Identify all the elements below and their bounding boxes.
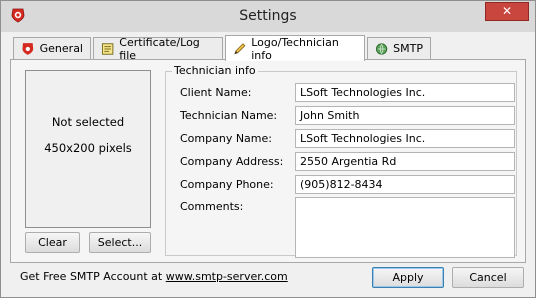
comments-field[interactable] xyxy=(295,197,515,258)
company-name-field[interactable]: LSoft Technologies Inc. xyxy=(295,129,515,148)
logo-status: Not selected xyxy=(51,115,125,129)
comments-label: Comments: xyxy=(180,200,244,213)
tab-label: Certificate/Log file xyxy=(119,35,200,62)
logo-size-hint: 450x200 pixels xyxy=(44,141,132,155)
company-phone-label: Company Phone: xyxy=(180,178,274,191)
smtp-server-link[interactable]: www.smtp-server.com xyxy=(166,270,288,283)
logo-preview[interactable]: Not selected 450x200 pixels xyxy=(25,70,151,228)
cancel-button[interactable]: Cancel xyxy=(452,267,524,288)
tab-panel-logo-technician: Not selected 450x200 pixels Clear Select… xyxy=(10,59,526,263)
tab-certificate-log[interactable]: Certificate/Log file xyxy=(93,35,223,62)
window-title: Settings xyxy=(239,8,297,24)
close-button[interactable]: ✕ xyxy=(485,2,529,21)
client-name-field[interactable]: LSoft Technologies Inc. xyxy=(295,83,515,102)
group-title: Technician info xyxy=(172,64,258,77)
certificate-icon xyxy=(101,42,114,55)
company-address-field[interactable]: 2550 Argentia Rd xyxy=(295,152,515,171)
technician-info-group: Technician info Client Name: LSoft Techn… xyxy=(165,64,517,258)
technician-name-label: Technician Name: xyxy=(180,109,278,122)
tab-label: Logo/Technician info xyxy=(251,35,339,62)
tab-logo-technician[interactable]: Logo/Technician info xyxy=(225,35,365,62)
settings-window: Settings ✕ General Certificate/Log file … xyxy=(0,0,536,298)
tab-label: SMTP xyxy=(393,42,423,55)
company-name-label: Company Name: xyxy=(180,132,272,145)
client-name-label: Client Name: xyxy=(180,86,252,99)
clear-logo-button[interactable]: Clear xyxy=(25,232,80,253)
smtp-promo: Get Free SMTP Account at www.smtp-server… xyxy=(20,270,288,283)
tab-label: General xyxy=(39,42,83,55)
company-phone-field[interactable]: (905)812-8434 xyxy=(295,175,515,194)
pencil-icon xyxy=(234,42,246,54)
smtp-icon xyxy=(375,42,388,55)
general-icon xyxy=(22,42,34,55)
promo-text: Get Free SMTP Account at xyxy=(20,270,166,283)
tab-smtp[interactable]: SMTP xyxy=(367,37,431,59)
company-address-label: Company Address: xyxy=(180,155,284,168)
apply-button[interactable]: Apply xyxy=(372,267,444,288)
select-logo-button[interactable]: Select... xyxy=(89,232,151,253)
technician-name-field[interactable]: John Smith xyxy=(295,106,515,125)
title-bar[interactable]: Settings ✕ xyxy=(1,1,535,32)
tab-general[interactable]: General xyxy=(13,37,91,59)
